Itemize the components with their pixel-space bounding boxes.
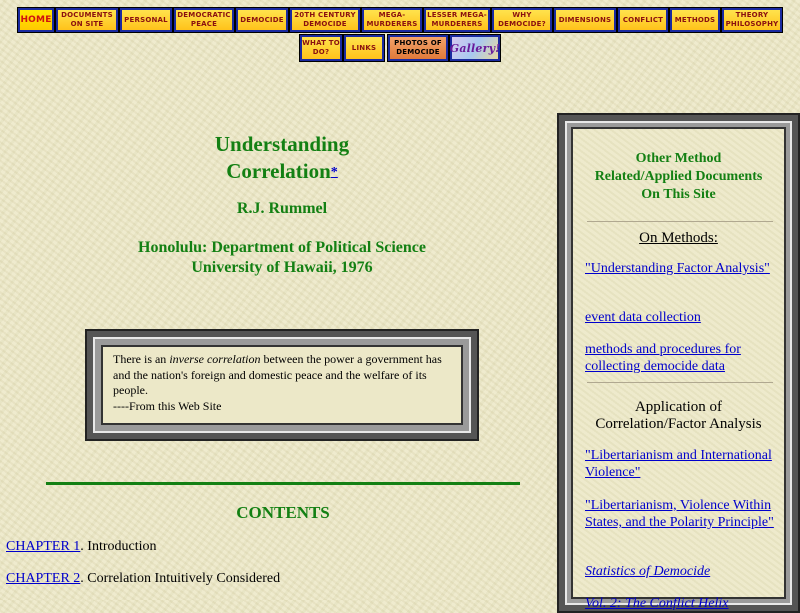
- sidebar-link-conflict-helix: Vol. 2: The Conflict Helix: [585, 595, 775, 612]
- sidebar-heading-line-2: Related/Applied Documents: [594, 169, 763, 184]
- chapter-2-title: . Correlation Intuitively Considered: [80, 571, 281, 586]
- nav-documents-on-site-button[interactable]: DOCUMENTS ON SITE: [55, 7, 119, 33]
- quote-emphasis: inverse correlation: [169, 352, 261, 366]
- title-correlation: Correlation: [226, 159, 331, 183]
- nav-conflict-button[interactable]: CONFLICT: [617, 7, 669, 33]
- chapter-1-title: . Introduction: [80, 539, 157, 554]
- quote-box-frame: There is an inverse correlation between …: [85, 329, 479, 441]
- chapter-2-link[interactable]: CHAPTER 2: [6, 571, 80, 586]
- contents-heading: CONTENTS: [236, 503, 330, 522]
- nav-democide-button[interactable]: DEMOCIDE: [235, 7, 289, 33]
- nav-lesser-mega-murderers-button[interactable]: LESSER MEGA-MURDERERS: [423, 7, 491, 33]
- nav-links-button[interactable]: LINKS: [343, 34, 385, 62]
- page-title: Understanding Correlation*: [120, 131, 444, 186]
- sidebar-separator-2: [587, 382, 773, 383]
- affiliation-department: Honolulu: Department of Political Scienc…: [138, 239, 426, 256]
- nav-mega-murderers-button[interactable]: MEGA-MURDERERS: [361, 7, 423, 33]
- quote-text-pre: There is an: [113, 352, 170, 366]
- toc-item-chapter-1: CHAPTER 1. Introduction: [6, 539, 157, 555]
- nav-home-button[interactable]: HOME: [17, 7, 55, 33]
- title-line-1: Understanding: [214, 132, 350, 156]
- event-data-link[interactable]: event data collection: [585, 310, 701, 325]
- affiliation: Honolulu: Department of Political Scienc…: [90, 238, 474, 278]
- nav-methods-button[interactable]: METHODS: [669, 7, 721, 33]
- sidebar-link-factor-analysis: "Understanding Factor Analysis": [585, 260, 775, 277]
- nav-20th-century-democide-button[interactable]: 20TH CENTURY DEMOCIDE: [289, 7, 361, 33]
- title-line-2: Correlation*: [120, 158, 444, 186]
- sidebar-link-event-data: event data collection: [585, 309, 775, 326]
- libertarianism-international-link[interactable]: "Libertarianism and International Violen…: [585, 448, 772, 480]
- affiliation-university: University of Hawaii, 1976: [191, 259, 373, 276]
- quote-source: ----From this Web Site: [113, 398, 222, 413]
- quote-box-bevel: There is an inverse correlation between …: [93, 337, 471, 433]
- conflict-helix-link[interactable]: Vol. 2: The Conflict Helix: [585, 596, 728, 611]
- nav-what-to-do-button[interactable]: WHAT TO DO?: [299, 34, 343, 62]
- nav-why-democide-button[interactable]: WHY DEMOCIDE?: [491, 7, 553, 33]
- nav-gallery-button[interactable]: Gallery!: [449, 34, 501, 62]
- quote-box: There is an inverse correlation between …: [101, 345, 463, 425]
- section-methods-label: On Methods:: [639, 230, 718, 246]
- chapter-1-link[interactable]: CHAPTER 1: [6, 539, 80, 554]
- nav-personal-button[interactable]: PERSONAL: [119, 7, 173, 33]
- green-divider: [46, 482, 520, 485]
- nav-photos-of-democide-button[interactable]: PHOTOS OF DEMOCIDE: [387, 34, 449, 62]
- nav-theory-philosophy-button[interactable]: THEORY PHILOSOPHY: [721, 7, 783, 33]
- sidebar-link-libertarianism-intl: "Libertarianism and International Violen…: [585, 447, 775, 481]
- sidebar-frame: Other Method Related/Applied Documents O…: [557, 113, 800, 613]
- section-application-line-2: Correlation/Factor Analysis: [595, 416, 762, 432]
- sidebar-link-statistics: Statistics of Democide: [585, 563, 775, 580]
- factor-analysis-link[interactable]: "Understanding Factor Analysis": [585, 261, 770, 276]
- author-name: R.J. Rummel: [236, 200, 328, 217]
- sidebar-heading-line-1: Other Method: [635, 151, 722, 166]
- sidebar-separator-1: [587, 221, 773, 222]
- statistics-of-democide-link[interactable]: Statistics of Democide: [585, 564, 710, 579]
- sidebar-link-libertarianism-polarity: "Libertarianism, Violence Within States,…: [585, 497, 775, 531]
- libertarianism-polarity-link[interactable]: "Libertarianism, Violence Within States,…: [585, 498, 774, 530]
- sidebar-heading-line-3: On This Site: [641, 187, 716, 202]
- section-application-line-1: Application of: [634, 399, 723, 415]
- toc-item-chapter-2: CHAPTER 2. Correlation Intuitively Consi…: [6, 571, 280, 587]
- methods-procedures-link[interactable]: methods and procedures for collecting de…: [585, 342, 741, 374]
- footnote-link[interactable]: *: [331, 165, 338, 180]
- sidebar-bevel: Other Method Related/Applied Documents O…: [565, 121, 792, 611]
- sidebar-link-methods-procedures: methods and procedures for collecting de…: [585, 341, 775, 375]
- nav-democratic-peace-button[interactable]: DEMOCRATIC PEACE: [173, 7, 235, 33]
- nav-dimensions-button[interactable]: DIMENSIONS: [553, 7, 617, 33]
- sidebar-panel: Other Method Related/Applied Documents O…: [571, 127, 786, 611]
- sidebar-section-application: Application of Correlation/Factor Analys…: [573, 399, 784, 433]
- sidebar-heading: Other Method Related/Applied Documents O…: [573, 150, 784, 204]
- sidebar-section-methods: On Methods:: [573, 230, 784, 247]
